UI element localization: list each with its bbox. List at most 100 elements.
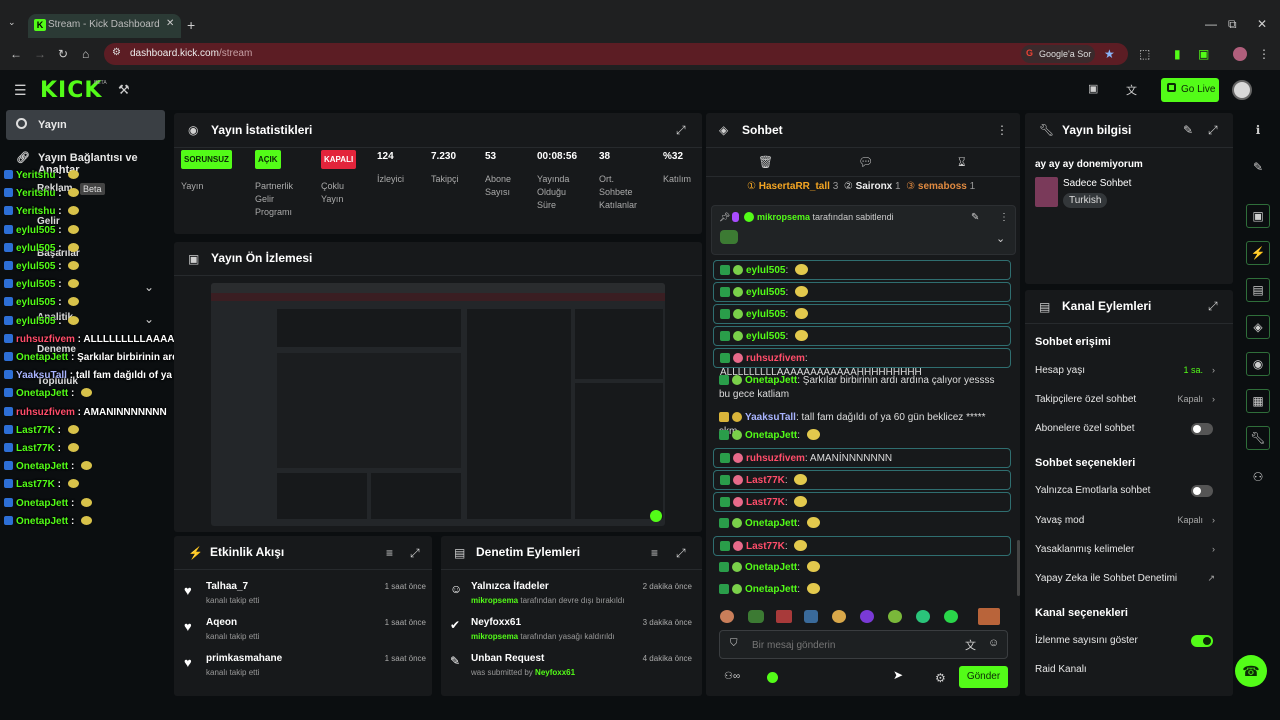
chat-message[interactable]: Last77K: bbox=[713, 470, 1011, 490]
followers-only-row[interactable]: Takipçilere özel sohbet Kapalı › bbox=[1035, 394, 1225, 405]
translate-icon[interactable]: 文 bbox=[1126, 82, 1137, 98]
user-avatar[interactable] bbox=[1232, 80, 1252, 100]
info-icon[interactable]: ℹ bbox=[1246, 118, 1270, 142]
moderator-name[interactable]: mikropsema bbox=[471, 632, 518, 641]
lightning-icon[interactable]: ⚡ bbox=[1246, 241, 1270, 265]
browser-menu-icon[interactable]: ⋮ bbox=[1258, 47, 1270, 61]
trash-icon[interactable]: 🗑︎ bbox=[758, 155, 773, 169]
browser-tab[interactable]: K Stream - Kick Dashboard ✕ bbox=[28, 14, 181, 38]
home-icon[interactable]: ⌂ bbox=[82, 47, 89, 61]
extension-translate-icon[interactable]: ▣ bbox=[1198, 47, 1209, 61]
pinned-by-user[interactable]: mikropsema bbox=[757, 212, 810, 222]
translate-icon[interactable]: 文 bbox=[965, 637, 976, 653]
emote-icon[interactable] bbox=[916, 610, 930, 623]
chat-message[interactable]: ruhsuzfivem: ALLLLLLLLLAAAAAAAAAAAAHHHHH… bbox=[713, 348, 1011, 378]
unpin-icon[interactable]: ✎ bbox=[971, 212, 979, 223]
bookmark-star-icon[interactable]: ★ bbox=[1104, 47, 1115, 61]
help-chat-button[interactable]: ☎ bbox=[1235, 655, 1267, 687]
settings-gear-icon[interactable]: ⚙ bbox=[935, 671, 946, 685]
activity-user[interactable]: Aqeon bbox=[206, 617, 237, 628]
emote-icon[interactable] bbox=[720, 610, 734, 623]
emoji-icon[interactable]: ☺ bbox=[988, 637, 999, 649]
expand-icon[interactable]: ⤢ bbox=[676, 546, 686, 561]
speech-bubble-icon[interactable]: 💬︎ bbox=[858, 155, 873, 169]
forward-icon[interactable]: → bbox=[34, 47, 46, 61]
send-button[interactable]: Gönder bbox=[959, 666, 1008, 688]
chat-message[interactable]: ruhsuzfivem: AMANİNNNNNNN bbox=[713, 448, 1011, 468]
address-bar[interactable]: ⚙ dashboard.kick.com/stream bbox=[104, 43, 1128, 65]
account-age-row[interactable]: Hesap yaşı 1 sa. › bbox=[1035, 365, 1225, 376]
expand-icon[interactable]: ⤢ bbox=[676, 123, 686, 138]
chat-username[interactable]: OnetapJett bbox=[745, 584, 797, 595]
back-icon[interactable]: ← bbox=[10, 47, 22, 61]
moderator-name[interactable]: mikropsema bbox=[471, 596, 518, 605]
chat-message[interactable]: OnetapJett: bbox=[713, 426, 1011, 446]
chat-message[interactable]: eylul505: bbox=[713, 304, 1011, 324]
hamburger-menu-icon[interactable]: ☰ bbox=[14, 82, 27, 99]
go-live-button[interactable]: Go Live bbox=[1161, 78, 1219, 102]
reload-icon[interactable]: ↻ bbox=[58, 47, 68, 61]
expand-icon[interactable]: ⤢ bbox=[1208, 123, 1218, 138]
chat-message[interactable]: eylul505: bbox=[713, 282, 1011, 302]
chat-username[interactable]: ruhsuzfivem bbox=[746, 453, 805, 464]
chat-message[interactable]: eylul505: bbox=[713, 260, 1011, 280]
extensions-icon[interactable]: ⬚ bbox=[1139, 47, 1150, 61]
extension-trash-icon[interactable]: ▮ bbox=[1174, 47, 1181, 61]
raid-row[interactable]: Raid Kanalı bbox=[1035, 664, 1225, 675]
chat-scrollbar[interactable] bbox=[1017, 540, 1020, 596]
chat-message[interactable]: OnetapJett: bbox=[713, 580, 1011, 600]
tab-search-icon[interactable]: ⌄ bbox=[8, 17, 16, 28]
slow-mode-row[interactable]: Yavaş mod Kapalı › bbox=[1035, 515, 1225, 526]
chat-message[interactable]: OnetapJett: bbox=[713, 558, 1011, 578]
chat-username[interactable]: OnetapJett bbox=[745, 562, 797, 573]
emote-icon[interactable] bbox=[944, 610, 958, 623]
chat-username[interactable]: Last77K bbox=[746, 475, 785, 486]
chat-username[interactable]: eylul505 bbox=[746, 331, 785, 342]
expand-icon[interactable]: ⤢ bbox=[410, 546, 420, 561]
chat-username[interactable]: OnetapJett bbox=[745, 518, 797, 529]
emote-icon[interactable] bbox=[748, 610, 764, 623]
chat-message[interactable]: OnetapJett: bbox=[713, 514, 1011, 534]
gifter-name[interactable]: HasertaRR_tall bbox=[759, 181, 830, 192]
google-ask-button[interactable]: G Google'a Sor bbox=[1021, 45, 1095, 63]
edit-icon[interactable]: ✎ bbox=[1246, 155, 1270, 179]
minimize-icon[interactable]: — bbox=[1205, 17, 1217, 31]
stats-widget-icon[interactable]: ▣ bbox=[1246, 204, 1270, 228]
moderator-name[interactable]: Neyfoxx61 bbox=[535, 668, 575, 677]
expand-icon[interactable]: ⤢ bbox=[1208, 299, 1218, 314]
chat-username[interactable]: Last77K bbox=[746, 541, 785, 552]
chat-username[interactable]: OnetapJett bbox=[745, 430, 797, 441]
wrench-icon[interactable]: 🔧︎ bbox=[1246, 426, 1270, 450]
chat-input[interactable] bbox=[752, 637, 952, 653]
emote-icon[interactable] bbox=[888, 610, 902, 623]
chat-username[interactable]: OnetapJett bbox=[745, 375, 797, 386]
emote-only-toggle[interactable] bbox=[1191, 485, 1213, 497]
tab-close-icon[interactable]: ✕ bbox=[166, 18, 174, 29]
window-close-icon[interactable]: ✕ bbox=[1257, 17, 1267, 31]
sidebar-item-stream-key[interactable]: 🔗︎ Yayın Bağlantısı ve Anahtar bbox=[6, 143, 165, 176]
sidebar-item-yayin[interactable]: Yayın bbox=[6, 110, 165, 140]
activity-user[interactable]: Talhaa_7 bbox=[206, 581, 248, 592]
emote-icon[interactable] bbox=[860, 610, 874, 623]
record-icon[interactable]: ◉ bbox=[1246, 352, 1270, 376]
site-info-icon[interactable]: ⚙ bbox=[112, 47, 121, 58]
emote-icon[interactable] bbox=[776, 610, 792, 623]
profile-avatar[interactable] bbox=[1233, 47, 1247, 61]
filter-icon[interactable]: ≡ bbox=[651, 546, 658, 560]
chat-message[interactable]: eylul505: bbox=[713, 326, 1011, 346]
show-viewers-toggle[interactable] bbox=[1191, 635, 1213, 647]
filter-icon[interactable]: ≡ bbox=[386, 546, 393, 560]
gifter-name[interactable]: semaboss bbox=[918, 181, 967, 192]
chat-menu-icon[interactable]: ⋮ bbox=[996, 123, 1008, 137]
ai-moderation-row[interactable]: Yapay Zeka ile Sohbet Denetimi ↗ bbox=[1035, 573, 1225, 584]
emote-icon[interactable] bbox=[832, 610, 846, 623]
subs-only-toggle[interactable] bbox=[1191, 423, 1213, 435]
panel-icon[interactable]: ▦ bbox=[1246, 389, 1270, 413]
gifter-name[interactable]: Saironx bbox=[856, 181, 893, 192]
chat-message[interactable]: Last77K: bbox=[713, 492, 1011, 512]
list-icon[interactable]: ▤ bbox=[1246, 278, 1270, 302]
chat-input-box[interactable]: ⛉ 文 ☺ bbox=[719, 630, 1008, 659]
chat-widget-icon[interactable]: ◈ bbox=[1246, 315, 1270, 339]
edit-icon[interactable]: ✎ bbox=[1183, 123, 1193, 137]
banned-words-row[interactable]: Yasaklanmış kelimeler › bbox=[1035, 544, 1225, 555]
